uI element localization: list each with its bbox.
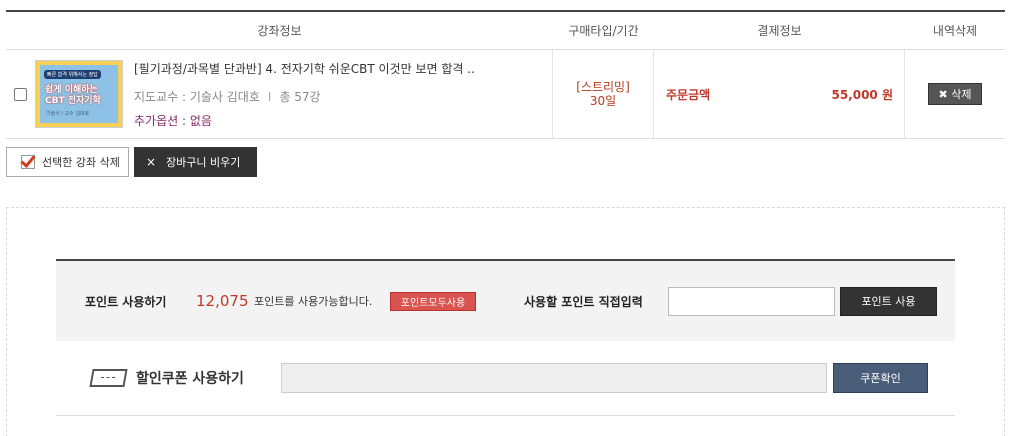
use-all-points-button[interactable]: 포인트모두사용 <box>390 291 476 311</box>
order-price: 55,000 원 <box>831 87 893 102</box>
table-row: 빠른 합격 위해서는 정답 쉽게 이해하는 CBT 전자기학 기술사 / 교수 … <box>6 50 1005 139</box>
points-value: 12,075 <box>196 292 249 310</box>
row-checkbox[interactable] <box>14 87 27 101</box>
payment-cell: 주문금액 55,000 원 <box>654 50 905 138</box>
thumbnail-title-line2: CBT 전자기학 <box>45 96 101 106</box>
points-direct-label: 사용할 포인트 직접입력 <box>524 294 643 309</box>
coupon-ticket-icon <box>89 369 128 387</box>
course-thumbnail[interactable]: 빠른 합격 위해서는 정답 쉽게 이해하는 CBT 전자기학 기술사 / 교수 … <box>35 60 123 128</box>
cart-table: 강좌정보 구매타입/기간 결제정보 내역삭제 빠른 합격 위해서는 정답 쉽게 … <box>6 10 1005 139</box>
course-info-cell: 빠른 합격 위해서는 정답 쉽게 이해하는 CBT 전자기학 기술사 / 교수 … <box>6 50 553 138</box>
order-amount-label: 주문금액 <box>666 87 711 102</box>
coupon-label: 할인쿠폰 사용하기 <box>136 371 244 387</box>
header-purchase-type: 구매타입/기간 <box>568 24 639 38</box>
header-delete: 내역삭제 <box>932 24 978 38</box>
coupon-input[interactable] <box>281 363 827 393</box>
check-mark-icon <box>21 155 35 169</box>
thumbnail-image: 빠른 합격 위해서는 정답 쉽게 이해하는 CBT 전자기학 기술사 / 교수 … <box>40 65 118 123</box>
thumbnail-title: 쉽게 이해하는 CBT 전자기학 <box>45 85 101 107</box>
header-course-info: 강좌정보 <box>257 24 302 38</box>
close-icon: × <box>146 155 157 169</box>
clear-cart-label: 장바구니 비우기 <box>166 156 241 169</box>
clear-cart-button[interactable]: × 장바구니 비우기 <box>134 147 257 177</box>
purchase-type: [스트리밍] <box>576 80 630 94</box>
course-title[interactable]: [필기과정/과목별 단과반] 4. 전자기학 쉬운CBT 이것만 보면 합격 .… <box>134 60 475 77</box>
points-label: 포인트 사용하기 <box>85 294 167 309</box>
use-points-button[interactable]: 포인트 사용 <box>840 286 937 316</box>
delete-cell: ✖ 삭제 <box>905 50 1005 138</box>
header-payment-info: 결제정보 <box>757 24 802 38</box>
thumbnail-subtitle: 기술사 / 교수 김대호 <box>46 111 90 117</box>
points-input[interactable] <box>668 286 835 316</box>
purchase-period: 30일 <box>589 94 617 108</box>
meta-separator: I <box>267 89 272 104</box>
thumbnail-title-line1: 쉽게 이해하는 <box>45 85 98 95</box>
course-teacher-line: 지도교수 : 기술사 김대호 I 총 57강 <box>134 88 475 105</box>
coupon-confirm-button[interactable]: 쿠폰확인 <box>833 363 928 393</box>
points-available-text: 포인트를 사용가능합니다. <box>254 295 373 308</box>
course-lectures: 총 57강 <box>279 89 321 104</box>
course-teacher: 지도교수 : 기술사 김대호 <box>134 89 260 104</box>
coupon-section: 할인쿠폰 사용하기 쿠폰확인 <box>56 341 955 416</box>
thumbnail-top-text: 빠른 합격 위해서는 정답 <box>44 70 101 79</box>
course-option: 추가옵션 : 없음 <box>134 113 212 128</box>
purchase-type-cell: [스트리밍] 30일 <box>553 50 654 138</box>
course-meta: [필기과정/과목별 단과반] 4. 전자기학 쉬운CBT 이것만 보면 합격 .… <box>134 60 475 129</box>
table-header: 강좌정보 구매타입/기간 결제정보 내역삭제 <box>6 12 1005 50</box>
points-section: 포인트 사용하기 12,075 포인트를 사용가능합니다. 포인트모두사용 사용… <box>56 259 955 341</box>
delete-row-button[interactable]: ✖ 삭제 <box>928 83 982 105</box>
delete-selected-label: 선택한 강좌 삭제 <box>42 156 120 169</box>
delete-selected-button[interactable]: 선택한 강좌 삭제 <box>6 147 129 177</box>
